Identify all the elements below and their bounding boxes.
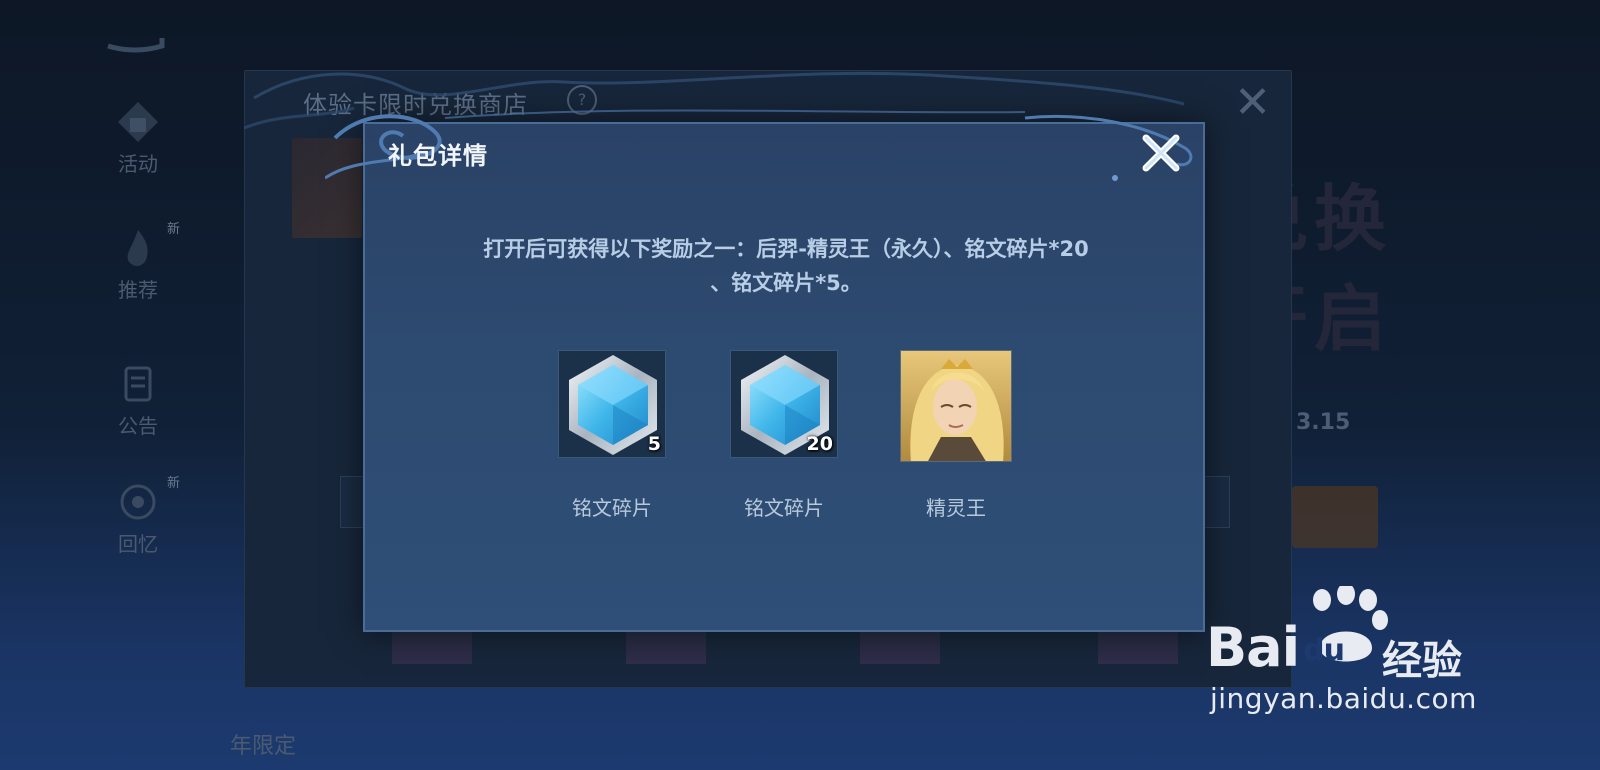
background-item-thumbnail xyxy=(292,138,362,238)
watermark-brand: Bai du xyxy=(1206,616,1345,679)
nav-label: 活动 xyxy=(118,152,158,176)
background-date: 3.15 xyxy=(1296,410,1351,435)
shop-close-icon[interactable]: ✕ xyxy=(1234,81,1271,125)
watermark-brand-bai: Bai xyxy=(1206,616,1300,679)
background-thumbnail xyxy=(626,628,706,664)
background-footer-label: 年限定 xyxy=(230,734,297,759)
nav-label: 回忆 xyxy=(118,532,158,556)
reward-description: 打开后可获得以下奖励之一：后羿-精灵王（永久）、铭文碎片*20 、铭文碎片*5。 xyxy=(412,232,1160,300)
nav-label: 推荐 xyxy=(118,278,158,302)
new-badge: 新 xyxy=(166,476,180,491)
reward-label: 铭文碎片 xyxy=(572,496,652,520)
gift-icon xyxy=(118,102,158,142)
reward-label: 精灵王 xyxy=(926,496,986,520)
modal-title: 礼包详情 xyxy=(388,142,488,170)
nav-item-activity[interactable]: 活动 xyxy=(88,100,188,177)
reward-item[interactable]: 20 铭文碎片 xyxy=(709,350,859,521)
reward-icon-frame: 5 xyxy=(558,350,666,458)
reward-quantity: 5 xyxy=(647,433,661,455)
reward-icon-frame xyxy=(900,350,1012,462)
hero-skin-portrait xyxy=(901,351,1011,461)
reward-quantity: 20 xyxy=(806,433,833,455)
nav-item-memory[interactable]: 新 回忆 xyxy=(88,476,188,557)
nav-item-recommend[interactable]: 新 推荐 xyxy=(88,222,188,303)
reward-item[interactable]: 精灵王 xyxy=(881,350,1031,521)
description-line: 打开后可获得以下奖励之一：后羿-精灵王（永久）、铭文碎片*20 xyxy=(483,237,1089,261)
watermark-product: 经验 xyxy=(1382,638,1462,684)
watermark-brand-du: du xyxy=(1303,633,1345,668)
nav-item-notice[interactable]: 公告 xyxy=(88,362,188,439)
watermark-url: jingyan.baidu.com xyxy=(1210,682,1477,715)
nav-label: 公告 xyxy=(118,414,158,438)
background-thumbnail xyxy=(1098,628,1178,664)
new-badge: 新 xyxy=(166,222,180,237)
reward-item[interactable]: 5 铭文碎片 xyxy=(537,350,687,521)
background-thumbnail xyxy=(392,628,472,664)
background-thumbnail xyxy=(860,628,940,664)
reward-label: 铭文碎片 xyxy=(744,496,824,520)
back-arrow-icon[interactable] xyxy=(100,20,170,56)
description-line: 、铭文碎片*5。 xyxy=(710,271,862,295)
close-icon[interactable] xyxy=(1138,130,1184,176)
flame-icon xyxy=(127,230,148,266)
background-button xyxy=(1292,486,1378,548)
reward-icon-frame: 20 xyxy=(730,350,838,458)
target-icon xyxy=(120,484,156,520)
notice-icon xyxy=(124,366,152,402)
